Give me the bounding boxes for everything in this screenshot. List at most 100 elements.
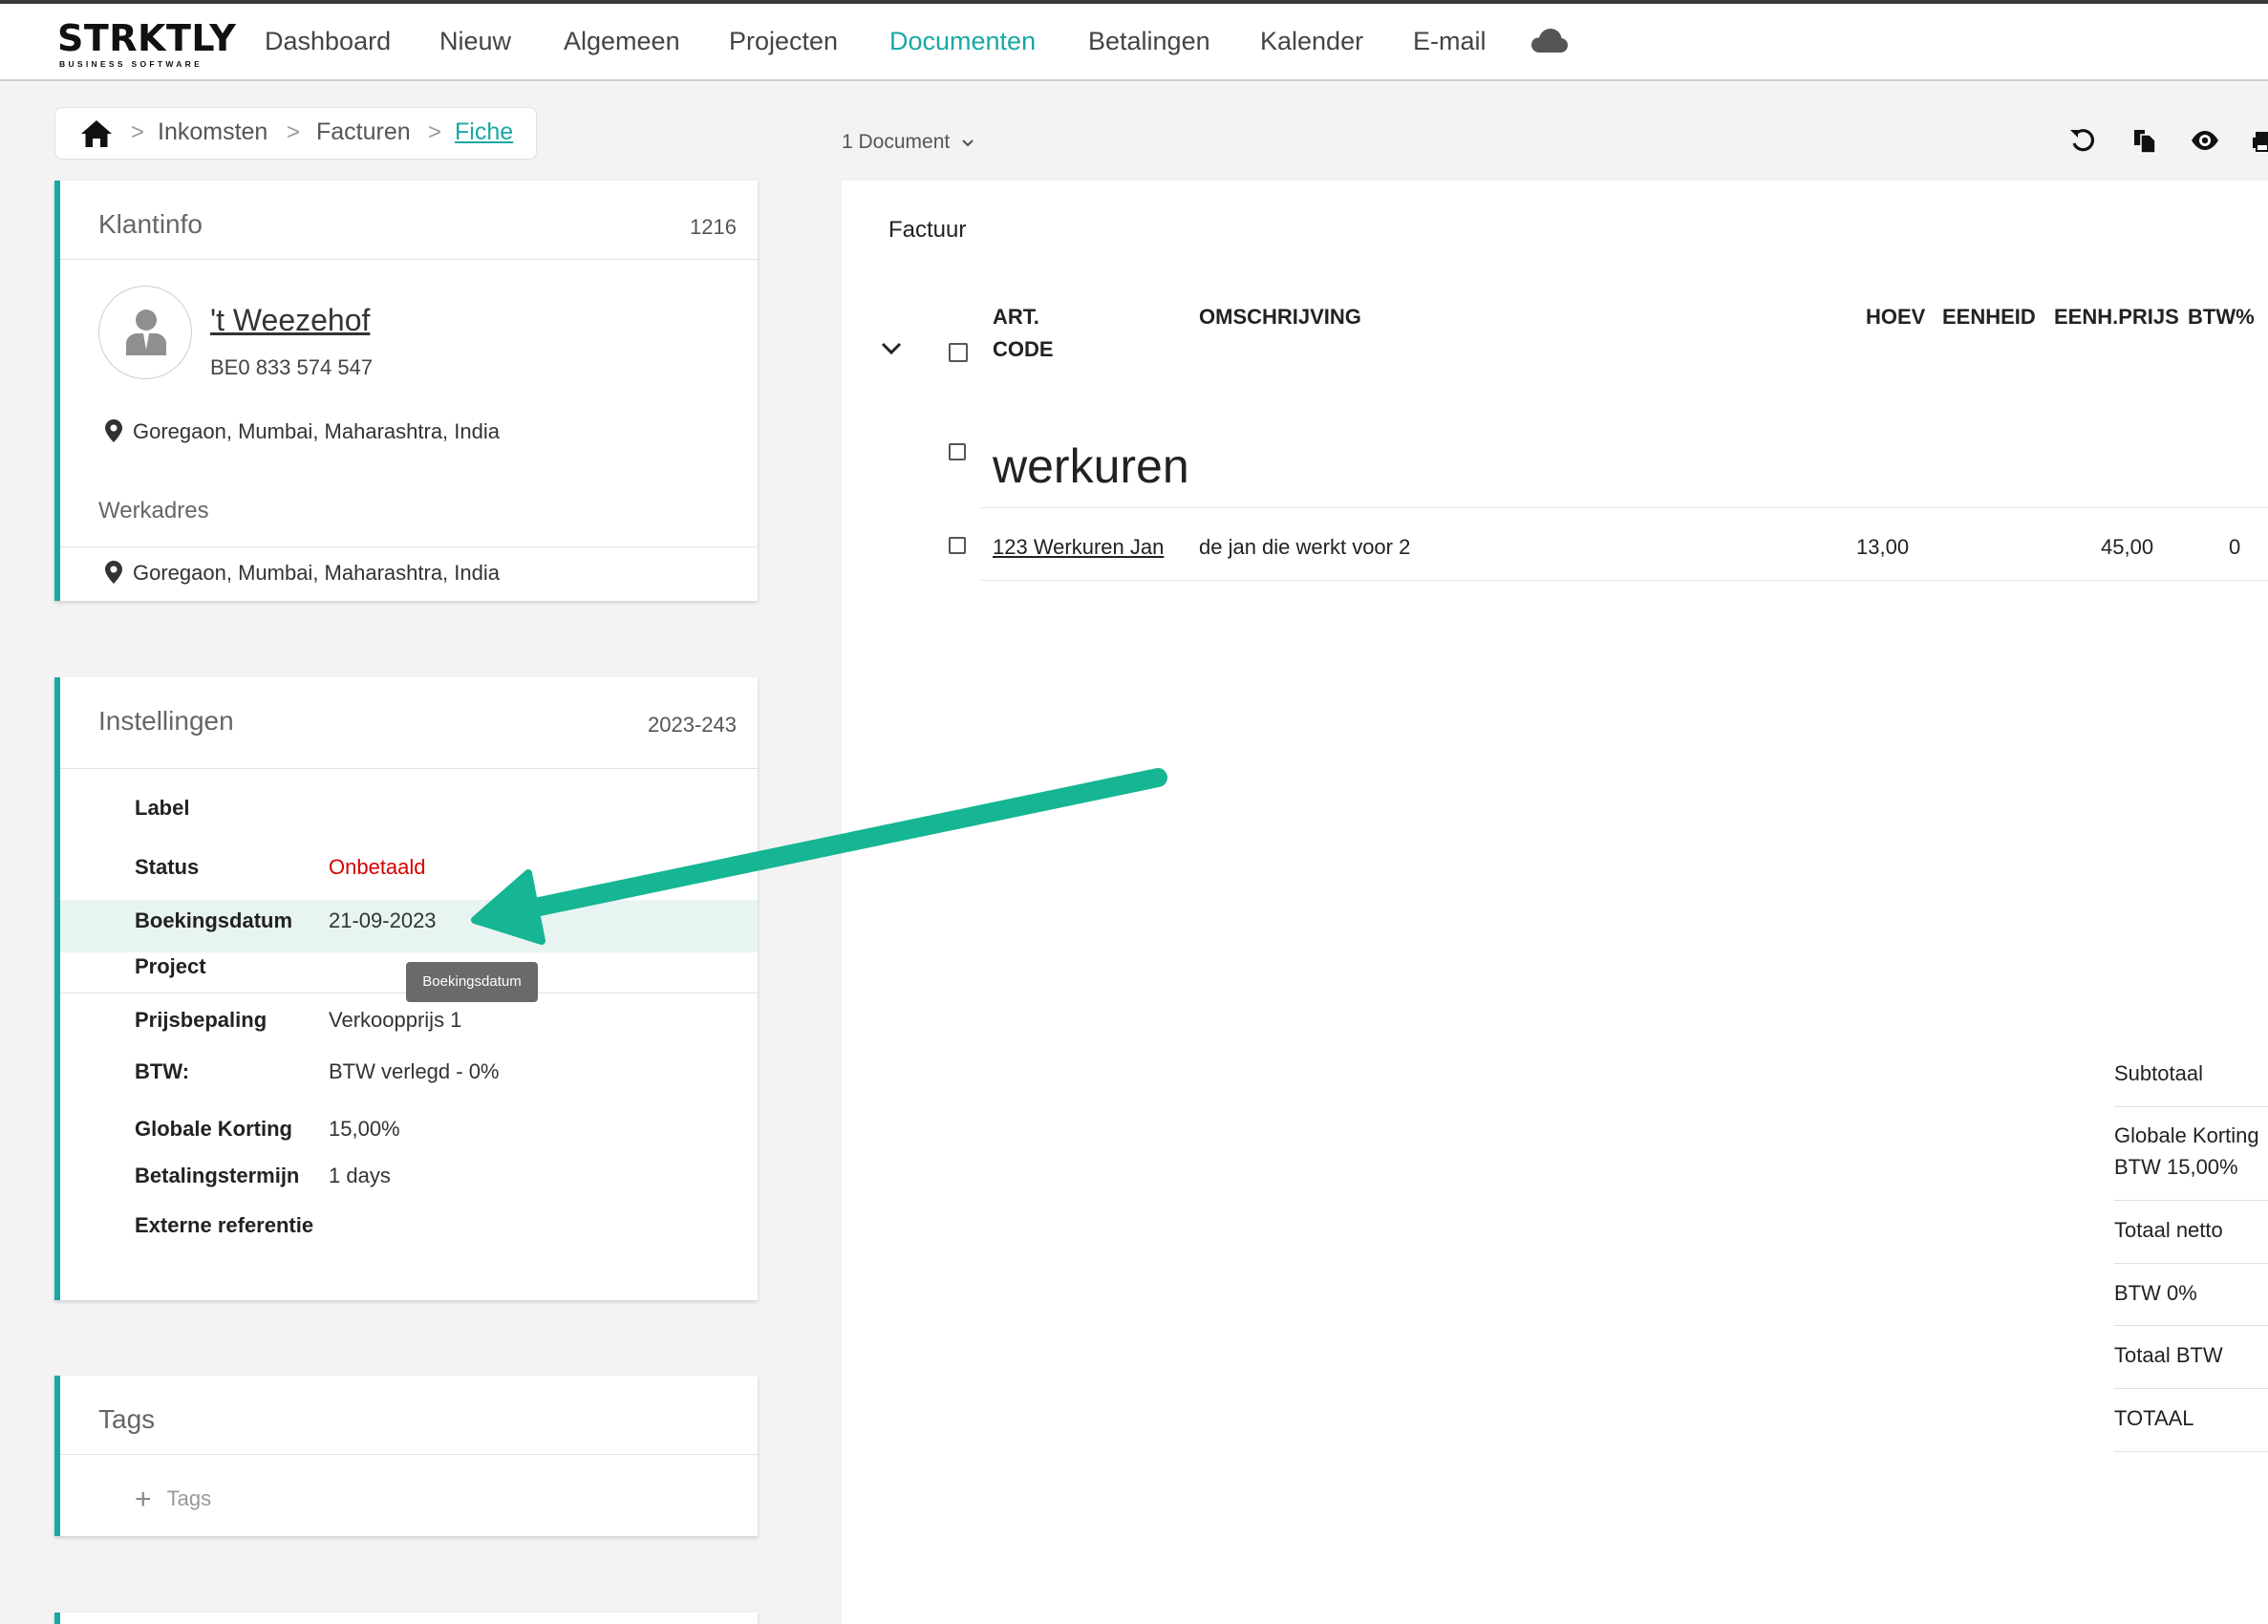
breadcrumb-inkomsten[interactable]: Inkomsten [158, 118, 267, 146]
undo-icon[interactable] [2068, 126, 2097, 155]
plus-icon: + [135, 1484, 152, 1515]
nav-dashboard[interactable]: Dashboard [265, 27, 391, 56]
section-checkbox[interactable] [949, 443, 966, 460]
breadcrumb-separator: > [131, 119, 145, 145]
line-checkbox[interactable] [949, 537, 966, 554]
client-number: 1216 [690, 215, 737, 239]
breadcrumb-facturen[interactable]: Facturen [316, 118, 411, 146]
breadcrumb-separator: > [428, 119, 442, 145]
divider [2114, 1106, 2268, 1107]
divider [2114, 1388, 2268, 1389]
location-pin-icon [105, 419, 122, 442]
boekingsdatum-value[interactable]: 21-09-2023 [329, 908, 437, 933]
document-selector[interactable]: 1 Document [842, 131, 974, 154]
breadcrumb-separator: > [287, 119, 301, 145]
client-address: Goregaon, Mumbai, Maharashtra, India [133, 419, 500, 443]
column-header-unit-price[interactable]: EENH.PRIJS [2054, 301, 2179, 333]
document-type: Factuur [888, 217, 967, 243]
nav-documenten[interactable]: Documenten [889, 27, 1036, 56]
chevron-down-icon [962, 139, 974, 147]
betalingstermijn-value[interactable]: 1 days [329, 1164, 391, 1188]
section-title[interactable]: werkuren [993, 438, 1189, 494]
cloud-icon[interactable] [1531, 29, 1568, 53]
prijsbepaling-value[interactable]: Verkoopprijs 1 [329, 1008, 461, 1033]
project-label: Project [135, 954, 206, 978]
line-description[interactable]: de jan die werkt voor 2 [1199, 535, 1410, 560]
nav-email[interactable]: E-mail [1413, 27, 1487, 56]
settings-title: Instellingen [98, 706, 234, 736]
line-unit-price[interactable]: 45,00 [2101, 535, 2153, 560]
document-panel: Factuur ART. CODE OMSCHRIJVING HOEV EENH… [842, 181, 2268, 1624]
nav-betalingen[interactable]: Betalingen [1088, 27, 1210, 56]
client-vat: BE0 833 574 547 [210, 355, 374, 379]
globale-korting-value[interactable]: 15,00% [329, 1117, 400, 1142]
divider [2114, 1451, 2268, 1452]
avatar [98, 286, 192, 379]
breadcrumb-fiche[interactable]: Fiche [455, 118, 513, 146]
print-icon[interactable] [2253, 126, 2268, 155]
prijsbepaling-label: Prijsbepaling [135, 1008, 267, 1032]
client-name-link[interactable]: 't Weezehof [210, 303, 370, 338]
btw-label: BTW: [135, 1059, 190, 1083]
divider [981, 507, 2268, 508]
label-field-label: Label [135, 796, 190, 820]
externe-referentie-label: Externe referentie [135, 1213, 314, 1237]
tags-card: Tags + Tags [54, 1376, 758, 1536]
line-art-code-link[interactable]: 123 Werkuren Jan [993, 535, 1164, 560]
global-discount-line2: BTW 15,00% [2114, 1155, 2238, 1179]
brand-logo[interactable]: STRKTLY BUSINESS SOFTWARE [57, 17, 236, 71]
divider [2114, 1200, 2268, 1201]
divider [60, 768, 758, 769]
top-navigation: STRKTLY BUSINESS SOFTWARE Dashboard Nieu… [0, 0, 2268, 81]
btw-value[interactable]: BTW verlegd - 0% [329, 1059, 500, 1084]
nav-algemeen[interactable]: Algemeen [564, 27, 680, 56]
column-header-art-code[interactable]: ART. CODE [993, 301, 1054, 366]
nav-projecten[interactable]: Projecten [729, 27, 838, 56]
status-value[interactable]: Onbetaald [329, 855, 426, 880]
copy-icon[interactable] [2130, 126, 2159, 155]
boekingsdatum-label: Boekingsdatum [135, 908, 293, 932]
home-icon[interactable] [80, 119, 113, 148]
column-header-quantity[interactable]: HOEV [1866, 301, 1925, 333]
add-tag-button[interactable]: + Tags [135, 1481, 212, 1515]
person-icon [126, 310, 166, 355]
divider [981, 580, 2268, 581]
line-quantity[interactable]: 13,00 [1856, 535, 1909, 560]
brand-tagline: BUSINESS SOFTWARE [59, 59, 203, 69]
divider [2114, 1263, 2268, 1264]
divider [60, 259, 758, 260]
select-all-checkbox[interactable] [949, 343, 968, 362]
divider [60, 546, 758, 547]
line-vat[interactable]: 0 [2229, 535, 2240, 560]
globale-korting-label: Globale Korting [135, 1117, 292, 1141]
chevron-down-icon[interactable] [880, 341, 903, 356]
work-address: Goregaon, Mumbai, Maharashtra, India [133, 561, 500, 585]
eye-icon[interactable] [2191, 126, 2219, 155]
work-address-title: Werkadres [98, 498, 209, 524]
column-header-vat[interactable]: BTW% [2188, 301, 2255, 333]
nav-kalender[interactable]: Kalender [1260, 27, 1363, 56]
betalingstermijn-label: Betalingstermijn [135, 1164, 300, 1187]
art-code-header-line1: ART. [993, 305, 1039, 329]
divider [2114, 1325, 2268, 1326]
document-selector-label: 1 Document [842, 131, 951, 153]
global-discount-line1: Globale Korting [2114, 1123, 2259, 1147]
nav-nieuw[interactable]: Nieuw [439, 27, 511, 56]
boekingsdatum-tooltip: Boekingsdatum [406, 962, 538, 1002]
document-number: 2023-243 [648, 713, 737, 737]
next-card [54, 1613, 758, 1624]
status-label: Status [135, 855, 200, 879]
divider [60, 1454, 758, 1455]
client-info-title: Klantinfo [98, 209, 203, 239]
breadcrumb: > Inkomsten > Facturen > Fiche [54, 107, 537, 160]
tags-title: Tags [98, 1404, 156, 1434]
column-header-description[interactable]: OMSCHRIJVING [1199, 301, 1361, 333]
location-pin-icon [105, 561, 122, 584]
vat-total-label: Totaal BTW [2114, 1343, 2223, 1367]
subtotal-label: Subtotaal [2114, 1061, 2203, 1085]
vat-0-label: BTW 0% [2114, 1281, 2197, 1305]
client-info-card: Klantinfo 1216 't Weezehof BE0 833 574 5… [54, 181, 758, 601]
column-header-unit[interactable]: EENHEID [1942, 301, 2036, 333]
brand-name: STRKTLY [57, 17, 237, 59]
add-tag-label: Tags [166, 1486, 212, 1510]
